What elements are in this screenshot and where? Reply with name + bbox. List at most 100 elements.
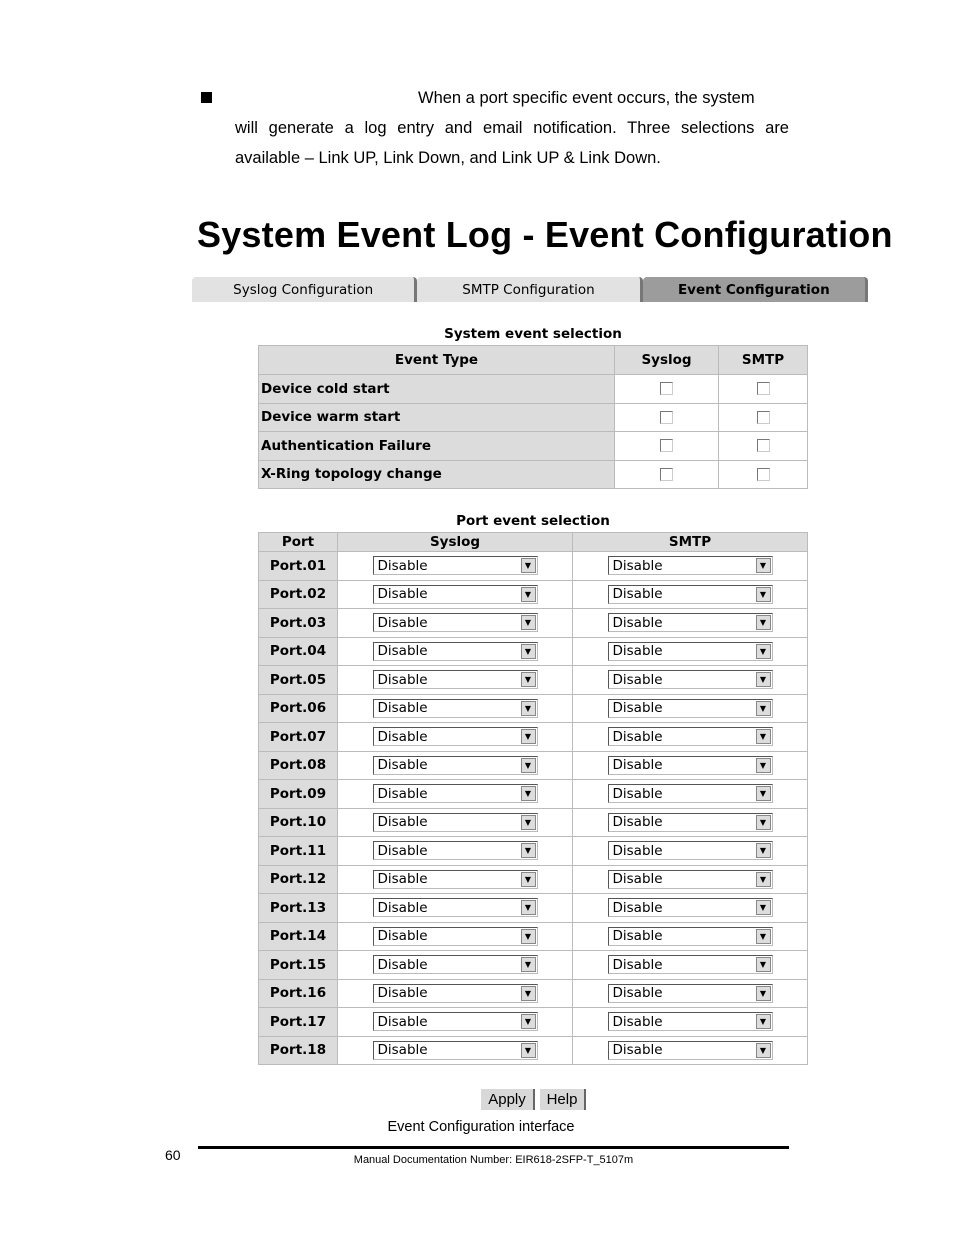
dropdown-arrow-icon[interactable]: ▼ <box>520 957 536 973</box>
port-event-row: Port.18 Disable ▼ Disable ▼ <box>258 1035 808 1065</box>
smtp-select[interactable]: Disable ▼ <box>607 670 773 690</box>
syslog-cell: Disable ▼ <box>337 836 573 866</box>
dropdown-arrow-icon[interactable]: ▼ <box>520 786 536 802</box>
smtp-select[interactable]: Disable ▼ <box>607 641 773 661</box>
dropdown-arrow-icon[interactable]: ▼ <box>755 729 771 745</box>
syslog-select[interactable]: Disable ▼ <box>372 1040 538 1060</box>
dropdown-arrow-icon[interactable]: ▼ <box>755 700 771 716</box>
dropdown-arrow-icon[interactable]: ▼ <box>520 1042 536 1058</box>
syslog-select[interactable]: Disable ▼ <box>372 556 538 576</box>
dropdown-arrow-icon[interactable]: ▼ <box>520 558 536 574</box>
dropdown-arrow-icon[interactable]: ▼ <box>755 871 771 887</box>
smtp-select[interactable]: Disable ▼ <box>607 784 773 804</box>
port-event-table: Port Syslog SMTP Port.01 Disable ▼ Disabl… <box>258 532 808 1065</box>
smtp-select[interactable]: Disable ▼ <box>607 926 773 946</box>
port-event-row: Port.17 Disable ▼ Disable ▼ <box>258 1007 808 1037</box>
dropdown-arrow-icon[interactable]: ▼ <box>520 643 536 659</box>
dropdown-arrow-icon[interactable]: ▼ <box>755 928 771 944</box>
smtp-checkbox[interactable] <box>756 410 770 424</box>
syslog-checkbox[interactable] <box>660 410 673 424</box>
syslog-select[interactable]: Disable ▼ <box>372 841 538 861</box>
syslog-select[interactable]: Disable ▼ <box>372 613 538 633</box>
dropdown-arrow-icon[interactable]: ▼ <box>520 843 536 859</box>
smtp-select[interactable]: Disable ▼ <box>607 955 773 975</box>
dropdown-arrow-icon[interactable]: ▼ <box>520 729 536 745</box>
dropdown-arrow-icon[interactable]: ▼ <box>755 957 771 973</box>
syslog-checkbox[interactable] <box>660 439 673 453</box>
syslog-select[interactable]: Disable ▼ <box>372 955 538 975</box>
dropdown-arrow-icon[interactable]: ▼ <box>755 1042 771 1058</box>
dropdown-arrow-icon[interactable]: ▼ <box>755 558 771 574</box>
dropdown-arrow-icon[interactable]: ▼ <box>755 1014 771 1030</box>
apply-button[interactable]: Apply <box>481 1089 535 1110</box>
dropdown-arrow-icon[interactable]: ▼ <box>520 700 536 716</box>
smtp-select[interactable]: Disable ▼ <box>607 898 773 918</box>
smtp-select[interactable]: Disable ▼ <box>607 556 773 576</box>
smtp-select[interactable]: Disable ▼ <box>607 1040 773 1060</box>
syslog-cell: Disable ▼ <box>337 1035 573 1065</box>
syslog-select[interactable]: Disable ▼ <box>372 727 538 747</box>
smtp-select[interactable]: Disable ▼ <box>607 613 773 633</box>
syslog-cell: Disable ▼ <box>337 750 573 780</box>
dropdown-arrow-icon[interactable]: ▼ <box>755 757 771 773</box>
smtp-cell <box>718 431 808 461</box>
syslog-select[interactable]: Disable ▼ <box>372 784 538 804</box>
syslog-select[interactable]: Disable ▼ <box>372 898 538 918</box>
smtp-select[interactable]: Disable ▼ <box>607 698 773 718</box>
port-event-row: Port.05 Disable ▼ Disable ▼ <box>258 665 808 695</box>
smtp-select[interactable]: Disable ▼ <box>607 755 773 775</box>
tab-smtp-configuration[interactable]: SMTP Configuration <box>417 277 643 302</box>
port-label: Port.13 <box>258 893 338 923</box>
dropdown-arrow-icon[interactable]: ▼ <box>755 643 771 659</box>
dropdown-arrow-icon[interactable]: ▼ <box>520 615 536 631</box>
dropdown-arrow-icon[interactable]: ▼ <box>520 928 536 944</box>
syslog-select[interactable]: Disable ▼ <box>372 670 538 690</box>
dropdown-arrow-icon[interactable]: ▼ <box>755 672 771 688</box>
smtp-select[interactable]: Disable ▼ <box>607 584 773 604</box>
syslog-checkbox[interactable] <box>660 467 673 481</box>
tab-event-configuration[interactable]: Event Configuration <box>642 277 868 302</box>
dropdown-arrow-icon[interactable]: ▼ <box>755 843 771 859</box>
syslog-select[interactable]: Disable ▼ <box>372 926 538 946</box>
system-event-row: Authentication Failure <box>258 431 808 461</box>
smtp-select[interactable]: Disable ▼ <box>607 869 773 889</box>
dropdown-arrow-icon[interactable]: ▼ <box>755 814 771 830</box>
syslog-select[interactable]: Disable ▼ <box>372 812 538 832</box>
smtp-checkbox[interactable] <box>756 439 770 453</box>
dropdown-arrow-icon[interactable]: ▼ <box>520 586 536 602</box>
syslog-select[interactable]: Disable ▼ <box>372 698 538 718</box>
syslog-select[interactable]: Disable ▼ <box>372 641 538 661</box>
dropdown-arrow-icon[interactable]: ▼ <box>520 672 536 688</box>
dropdown-arrow-icon[interactable]: ▼ <box>520 871 536 887</box>
smtp-checkbox[interactable] <box>756 382 770 396</box>
smtp-select[interactable]: Disable ▼ <box>607 841 773 861</box>
tab-syslog-configuration[interactable]: Syslog Configuration <box>192 277 418 302</box>
help-button[interactable]: Help <box>540 1089 586 1110</box>
dropdown-arrow-icon[interactable]: ▼ <box>520 900 536 916</box>
smtp-select[interactable]: Disable ▼ <box>607 1012 773 1032</box>
syslog-select-value: Disable <box>377 1013 428 1030</box>
dropdown-arrow-icon[interactable]: ▼ <box>520 985 536 1001</box>
syslog-select[interactable]: Disable ▼ <box>372 1012 538 1032</box>
syslog-cell: Disable ▼ <box>337 636 573 666</box>
dropdown-arrow-icon[interactable]: ▼ <box>520 1014 536 1030</box>
syslog-select[interactable]: Disable ▼ <box>372 869 538 889</box>
dropdown-arrow-icon[interactable]: ▼ <box>755 786 771 802</box>
port-label: Port.03 <box>258 608 338 638</box>
smtp-checkbox[interactable] <box>756 467 770 481</box>
syslog-select[interactable]: Disable ▼ <box>372 584 538 604</box>
syslog-select[interactable]: Disable ▼ <box>372 983 538 1003</box>
dropdown-arrow-icon[interactable]: ▼ <box>520 757 536 773</box>
dropdown-arrow-icon[interactable]: ▼ <box>755 586 771 602</box>
dropdown-arrow-icon[interactable]: ▼ <box>755 985 771 1001</box>
dropdown-arrow-icon[interactable]: ▼ <box>755 615 771 631</box>
smtp-select[interactable]: Disable ▼ <box>607 727 773 747</box>
dropdown-arrow-icon[interactable]: ▼ <box>520 814 536 830</box>
smtp-select-value: Disable <box>612 899 663 916</box>
dropdown-arrow-icon[interactable]: ▼ <box>755 900 771 916</box>
port-label: Port.06 <box>258 693 338 723</box>
syslog-select[interactable]: Disable ▼ <box>372 755 538 775</box>
smtp-select[interactable]: Disable ▼ <box>607 812 773 832</box>
smtp-select[interactable]: Disable ▼ <box>607 983 773 1003</box>
syslog-checkbox[interactable] <box>660 382 673 396</box>
